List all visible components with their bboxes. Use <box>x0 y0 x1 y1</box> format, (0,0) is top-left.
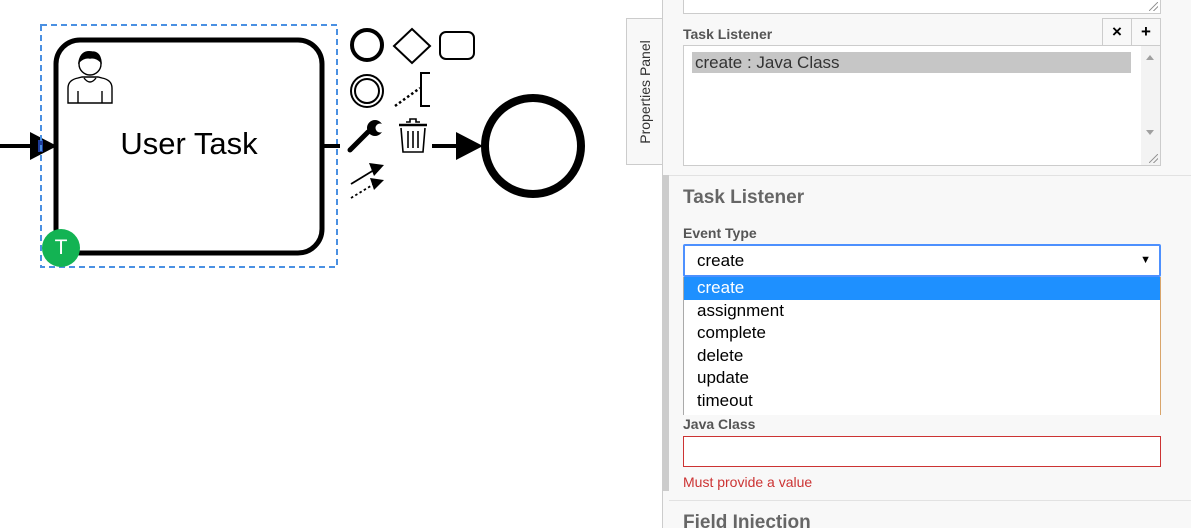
scroll-up-icon[interactable] <box>1146 55 1154 60</box>
java-class-label: Java Class <box>683 416 756 432</box>
option-assignment[interactable]: assignment <box>684 300 1160 323</box>
gateway-icon[interactable] <box>392 27 432 65</box>
start-event-icon[interactable] <box>350 28 384 62</box>
event-type-select[interactable]: create ▼ <box>683 244 1161 277</box>
remove-listener-button[interactable]: × <box>1102 18 1132 46</box>
field-injection-group-title: Field Injection <box>683 512 811 528</box>
java-class-error: Must provide a value <box>683 474 813 490</box>
properties-panel-toggle-label: Properties Panel <box>636 39 653 144</box>
text-annotation-icon[interactable] <box>394 72 430 108</box>
delete-icon[interactable] <box>399 118 427 153</box>
option-complete[interactable]: complete <box>684 322 1160 345</box>
listbox-scrollbar[interactable] <box>1141 46 1160 165</box>
user-task-label[interactable]: User Task <box>58 126 320 162</box>
event-type-label: Event Type <box>683 225 757 241</box>
previous-textarea[interactable] <box>683 0 1161 14</box>
add-listener-button[interactable]: + <box>1131 18 1161 46</box>
outgoing-arrowhead <box>456 132 483 160</box>
panel-group-indicator <box>663 175 669 491</box>
event-type-dropdown[interactable]: create assignment complete delete update… <box>683 277 1161 415</box>
task-listener-badge: T <box>42 229 80 267</box>
diagram-svg <box>0 24 585 268</box>
event-type-value: create <box>697 251 745 270</box>
task-listener-group-title: Task Listener <box>683 187 805 208</box>
task-listener-listbox[interactable]: create : Java Class <box>683 45 1161 166</box>
connect-icon[interactable] <box>350 163 384 199</box>
resize-grip-icon[interactable] <box>1149 2 1158 11</box>
listbox-resize-grip-icon[interactable] <box>1149 154 1158 163</box>
group-divider-bottom <box>669 500 1191 501</box>
group-divider <box>669 175 1191 176</box>
properties-panel-toggle[interactable]: Properties Panel <box>626 18 662 165</box>
change-type-icon[interactable] <box>347 120 385 153</box>
end-event[interactable] <box>481 94 585 198</box>
option-delete[interactable]: delete <box>684 345 1160 368</box>
option-create[interactable]: create <box>684 277 1160 300</box>
scroll-down-icon[interactable] <box>1146 130 1154 135</box>
properties-panel: Task Listener × + create : Java Class Ta… <box>662 0 1191 528</box>
bpmn-canvas[interactable]: User Task T <box>0 0 626 528</box>
chevron-down-icon: ▼ <box>1140 254 1151 266</box>
java-class-input[interactable] <box>683 436 1161 467</box>
option-update[interactable]: update <box>684 367 1160 390</box>
task-listener-list-label: Task Listener <box>683 26 773 42</box>
task-icon[interactable] <box>439 31 475 60</box>
incoming-arrowhead <box>30 132 57 160</box>
intermediate-event-icon[interactable] <box>350 74 384 108</box>
option-timeout[interactable]: timeout <box>684 390 1160 413</box>
listener-item[interactable]: create : Java Class <box>692 52 1131 73</box>
